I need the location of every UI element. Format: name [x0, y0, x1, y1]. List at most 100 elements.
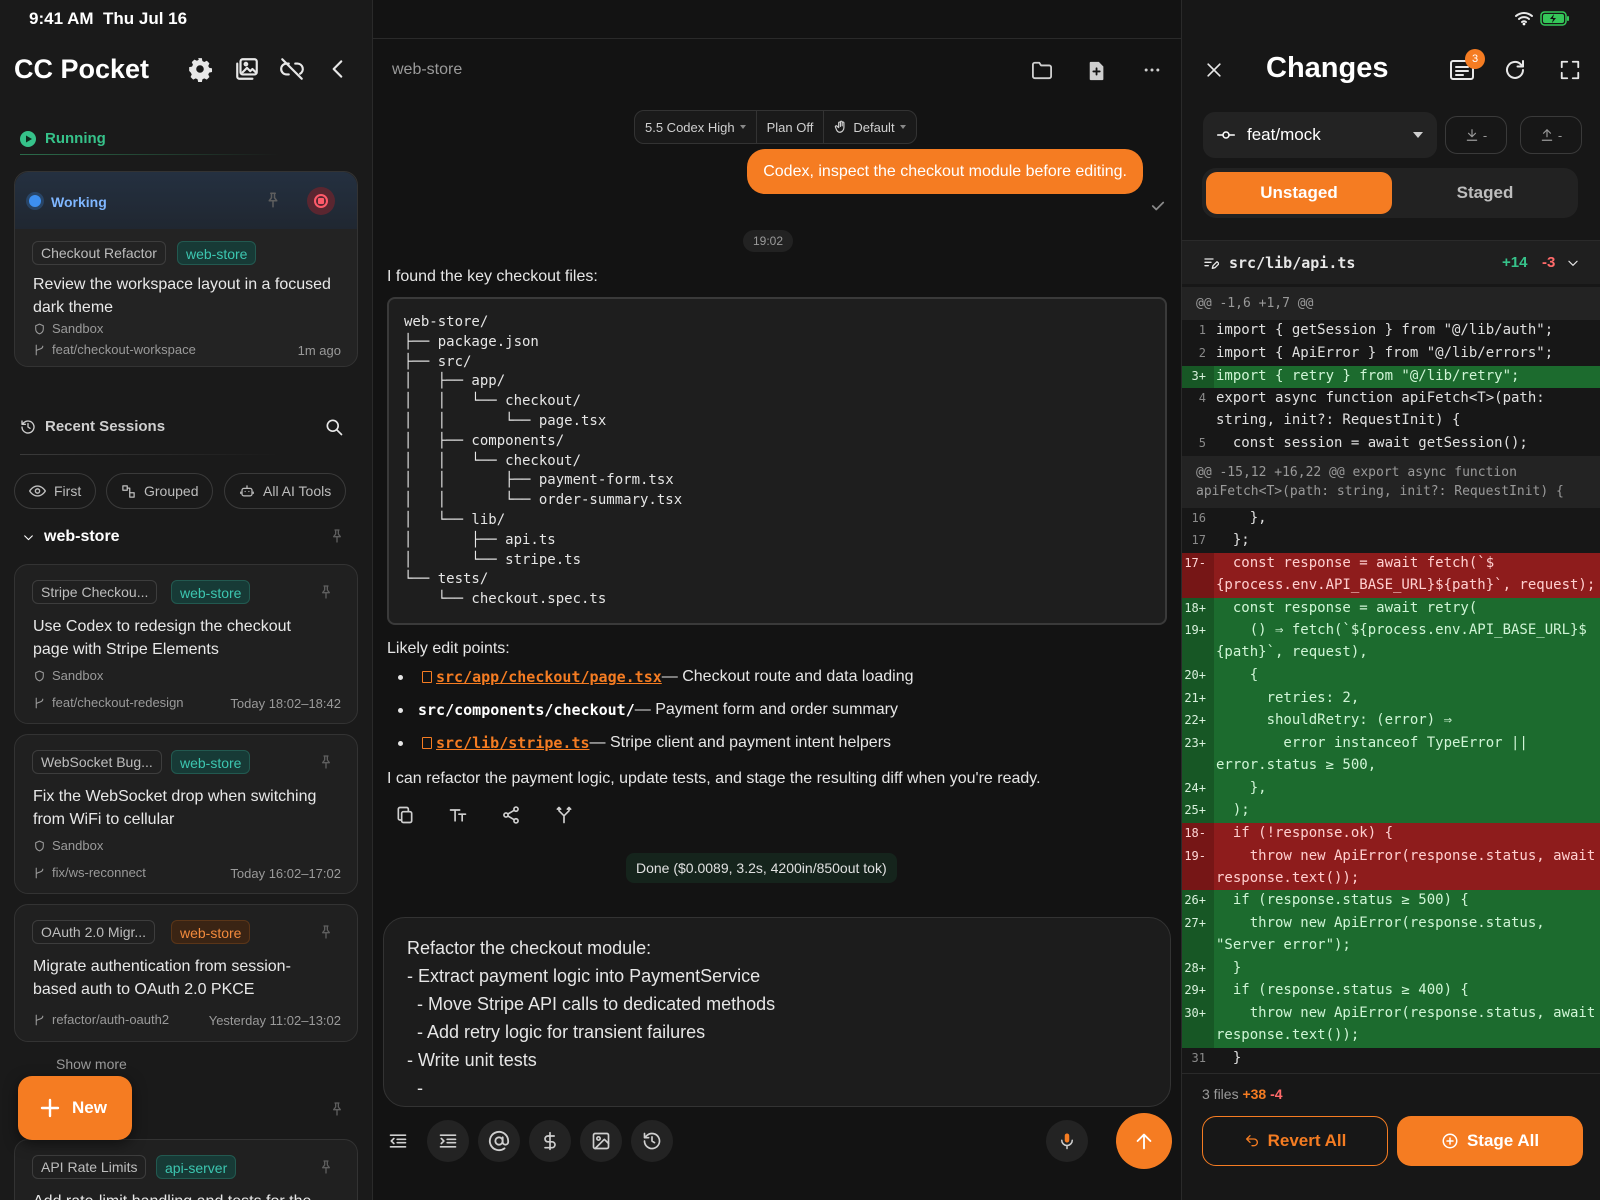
pin-icon — [322, 755, 330, 769]
branch-selector[interactable]: feat/mock — [1203, 112, 1437, 158]
show-more-link[interactable]: Show more — [56, 1056, 127, 1072]
filter-first[interactable]: First — [14, 473, 97, 509]
pin-button[interactable] — [318, 583, 334, 601]
pull-button[interactable]: - — [1445, 116, 1507, 154]
diff-line: 21+ retries: 2, — [1182, 687, 1600, 711]
session-card[interactable]: WebSocket Bug... web-store Fix the WebSo… — [14, 734, 358, 894]
fullscreen-button[interactable] — [1559, 59, 1581, 81]
voice-input-button[interactable] — [1046, 1120, 1088, 1162]
refresh-button[interactable] — [1503, 58, 1527, 82]
send-button[interactable] — [1116, 1113, 1172, 1169]
push-count: - — [1557, 127, 1563, 143]
running-label: Running — [45, 130, 106, 147]
bullet — [398, 674, 403, 680]
outdent-button[interactable] — [377, 1120, 419, 1162]
close-changes-button[interactable] — [1204, 60, 1224, 80]
line-number: 31 — [1191, 1050, 1206, 1065]
stage-all-button[interactable]: Stage All — [1397, 1116, 1583, 1166]
running-session-card[interactable]: Working Checkout Refactor web-store Revi… — [14, 171, 358, 367]
disconnect-button[interactable] — [279, 56, 305, 82]
indent-button[interactable] — [427, 1120, 469, 1162]
history-button[interactable] — [631, 1120, 673, 1162]
line-number: 3+ — [1182, 365, 1214, 389]
file-link[interactable]: src/app/checkout/page.tsx — [436, 668, 662, 686]
diff-line: 1 import { getSession } from "@/lib/auth"… — [1182, 320, 1600, 343]
stop-session-button[interactable] — [307, 187, 335, 215]
chevron-down-icon — [1568, 260, 1578, 266]
file-icon — [422, 671, 432, 683]
fork-button[interactable] — [554, 805, 574, 825]
diff-line: 2 import { ApiError } from "@/lib/errors"… — [1182, 343, 1600, 366]
gallery-button[interactable] — [234, 56, 260, 82]
file-additions: +14 — [1502, 254, 1528, 271]
new-file-button[interactable] — [1087, 60, 1107, 82]
skill-button[interactable] — [529, 1120, 571, 1162]
line-number: 23+ — [1182, 733, 1214, 778]
model-selector[interactable]: 5.5 Codex High — [635, 111, 756, 143]
branch-name: feat/mock — [1247, 125, 1321, 144]
diff-file-header[interactable]: src/lib/api.ts +14 -3 — [1182, 240, 1600, 284]
model-settings-bar: 5.5 Codex High Plan Off Default — [634, 110, 917, 144]
expand-icon — [1560, 60, 1580, 80]
line-code: @@ -15,12 +16,22 @@ export async functio… — [1196, 464, 1564, 499]
line-code: import { retry } from "@/lib/retry"; — [1216, 367, 1520, 384]
branch-meta: feat/checkout-redesign — [33, 695, 184, 710]
file-link[interactable]: src/lib/stripe.ts — [436, 734, 590, 752]
path-text: src/components/checkout/ — [418, 701, 635, 719]
pin-button[interactable] — [264, 190, 282, 210]
diff-line: 19+ () ⇒ fetch(`${process.env.API_BASE_U… — [1182, 620, 1600, 665]
git-branch-icon — [35, 697, 44, 708]
new-session-button[interactable]: New — [18, 1076, 132, 1140]
completion-stats: Done ($0.0089, 3.2s, 4200in/850out tok) — [626, 853, 897, 883]
message-composer[interactable]: Refactor the checkout module: - Extract … — [383, 917, 1171, 1107]
settings-button[interactable] — [187, 56, 213, 82]
status-clock: 9:41 AM — [29, 9, 94, 28]
tab-staged[interactable]: Staged — [1392, 172, 1578, 214]
open-folder-button[interactable] — [1031, 60, 1053, 80]
plus-circle-icon — [1442, 1133, 1458, 1149]
collapse-sidebar-button[interactable] — [325, 56, 351, 82]
group-header-web-store[interactable]: web-store — [22, 528, 120, 546]
text-size-icon — [449, 809, 467, 822]
attach-image-button[interactable] — [580, 1120, 622, 1162]
file-icon — [422, 737, 432, 749]
line-code: }, — [1216, 779, 1267, 796]
divider — [20, 154, 280, 155]
line-code: retries: 2, — [1216, 689, 1360, 706]
fork-icon — [556, 806, 572, 824]
session-card[interactable]: API Rate Limits api-server Add rate-limi… — [14, 1139, 358, 1200]
pin-group-button[interactable] — [329, 1100, 345, 1118]
chat-panel: web-store 5.5 Codex High Plan Off Defaul… — [373, 0, 1181, 1200]
pin-button[interactable] — [318, 1158, 334, 1176]
session-card[interactable]: Stripe Checkou... web-store Use Codex to… — [14, 564, 358, 724]
shield-icon — [35, 323, 44, 334]
branch-meta: refactor/auth-oauth2 — [33, 1012, 169, 1027]
total-deletions: -4 — [1270, 1086, 1283, 1102]
filter-all-ai-tools[interactable]: All AI Tools — [224, 473, 347, 509]
diff-file-path: src/lib/api.ts — [1229, 253, 1356, 272]
new-label: New — [72, 1098, 107, 1117]
pin-group-button[interactable] — [329, 527, 345, 545]
total-additions: +38 — [1242, 1086, 1267, 1102]
search-sessions-button[interactable] — [324, 417, 344, 437]
pin-icon — [322, 1160, 330, 1174]
eye-icon — [29, 485, 46, 497]
tab-unstaged[interactable]: Unstaged — [1206, 172, 1392, 214]
pin-button[interactable] — [318, 753, 334, 771]
share-button[interactable] — [501, 805, 521, 825]
session-card[interactable]: OAuth 2.0 Migr... web-store Migrate auth… — [14, 904, 358, 1042]
text-size-button[interactable] — [448, 805, 468, 825]
push-button[interactable]: - — [1520, 116, 1582, 154]
revert-all-button[interactable]: Revert All — [1202, 1116, 1388, 1166]
filter-grouped[interactable]: Grouped — [106, 473, 214, 509]
mention-button[interactable] — [478, 1120, 520, 1162]
copy-button[interactable] — [395, 805, 415, 825]
revert-label: Revert All — [1267, 1131, 1347, 1150]
sandbox-meta: Sandbox — [33, 838, 103, 853]
pin-button[interactable] — [318, 923, 334, 941]
line-code: error instanceof TypeError || error.stat… — [1216, 735, 1528, 773]
permission-selector[interactable]: Default — [823, 111, 915, 143]
more-options-button[interactable] — [1142, 60, 1162, 80]
plan-toggle[interactable]: Plan Off — [755, 111, 824, 143]
line-code: }; — [1216, 532, 1250, 549]
